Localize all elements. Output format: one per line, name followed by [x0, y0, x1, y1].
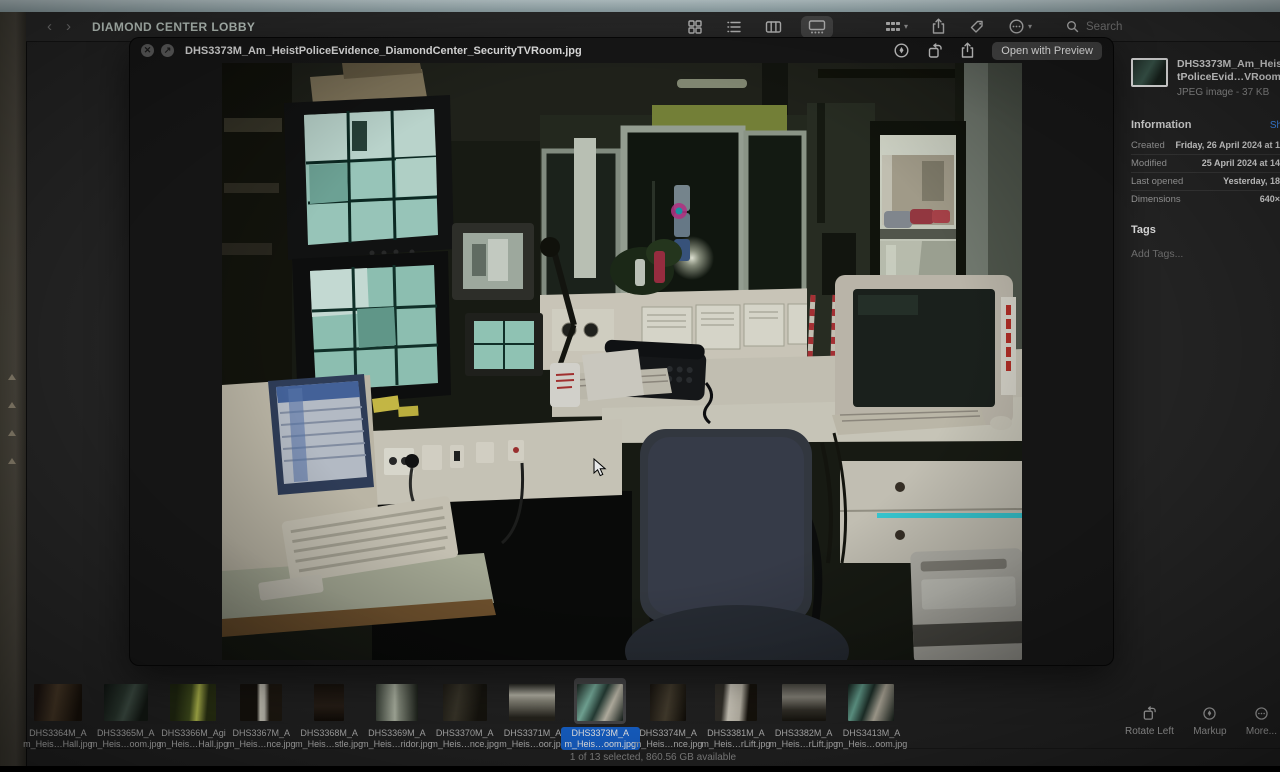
left-edge-arrow-icon: [8, 458, 16, 464]
rotate-left-button[interactable]: Rotate Left: [1125, 706, 1174, 737]
info-row-created: Created Friday, 26 April 2024 at 1: [1131, 137, 1280, 154]
add-tags-field[interactable]: Add Tags...: [1131, 248, 1280, 260]
photo-illustration: [222, 63, 1022, 660]
chevron-down-icon: ▾: [1028, 22, 1032, 31]
tags-header: Tags: [1131, 224, 1280, 236]
filmstrip-item-8[interactable]: DHS3371M_Am_Heis…oor.jpg: [499, 678, 567, 750]
filmstrip-item-10[interactable]: DHS3374M_Am_Heis…nce.jpg: [634, 678, 702, 750]
window-title: DIAMOND CENTER LOBBY: [92, 20, 255, 34]
thumbnail-image: [104, 684, 148, 721]
rotate-icon[interactable]: [927, 43, 943, 59]
thumbnail-image: [715, 684, 757, 721]
grid-icon: [687, 19, 703, 35]
sidebar-filename-line2: tPoliceEvid…VRoom.jp: [1177, 71, 1280, 84]
filmstrip-item-6[interactable]: DHS3369M_Am_Heis…ridor.jpg: [363, 678, 431, 750]
markup-icon[interactable]: [893, 42, 910, 59]
gallery-icon: [808, 19, 826, 35]
file-thumbnail: [1131, 58, 1168, 87]
thumbnail-image: [170, 684, 216, 721]
search-icon: [1066, 20, 1079, 33]
share-icon: [931, 18, 946, 35]
filmstrip-item-5[interactable]: DHS3368M_Am_Heis…stle.jpg: [295, 678, 363, 750]
search-input[interactable]: [1084, 20, 1244, 34]
thumbnail-image: [650, 684, 686, 721]
sidebar-filename-line1: DHS3373M_Am_Heis: [1177, 58, 1280, 71]
quicklook-header: ✕ ↗ DHS3373M_Am_HeistPoliceEvidence_Diam…: [130, 38, 1113, 63]
list-view-button[interactable]: [722, 16, 746, 38]
markup-button[interactable]: Markup: [1193, 706, 1226, 737]
filmstrip-item-11[interactable]: DHS3381M_Am_Heis…rLift.jpg: [702, 678, 770, 750]
gallery-view-button[interactable]: [801, 16, 833, 38]
left-edge-arrow-icon: [8, 402, 16, 408]
forward-chevron-icon[interactable]: ›: [59, 18, 78, 35]
share-button[interactable]: [927, 15, 950, 38]
information-header: Information: [1131, 119, 1192, 131]
filmstrip-item-1[interactable]: DHS3364M_Am_Heis…Hall.jpg: [24, 678, 92, 750]
column-view-button[interactable]: [761, 16, 786, 38]
back-chevron-icon[interactable]: ‹: [40, 18, 59, 35]
scene-left-edge: [0, 12, 26, 766]
scene-top-edge: [0, 0, 1280, 12]
more-icon: [1254, 706, 1269, 721]
rotate-left-icon: [1142, 706, 1157, 721]
thumbnail-image: [314, 684, 344, 721]
quick-actions: Rotate Left Markup More...: [1125, 706, 1277, 737]
info-row-dimensions: Dimensions 640×: [1131, 190, 1280, 208]
status-bar: 1 of 13 selected, 860.56 GB available: [26, 748, 1280, 766]
ellipsis-circle-icon: [1008, 18, 1025, 35]
filmstrip-item-12[interactable]: DHS3382M_Am_Heis…rLift.jpg: [770, 678, 838, 750]
info-sidebar: DHS3373M_Am_Heis tPoliceEvid…VRoom.jp JP…: [1131, 58, 1280, 260]
icon-view-button[interactable]: [683, 16, 707, 38]
chevron-down-icon: ▾: [904, 22, 908, 31]
filmstrip-item-4[interactable]: DHS3367M_Am_Heis…nce.jpg: [227, 678, 295, 750]
filmstrip-item-3[interactable]: DHS3366M_Agim_Heis…Hall.jpg: [160, 678, 228, 750]
filmstrip-item-2[interactable]: DHS3365M_Am_Heis…oom.jpg: [92, 678, 160, 750]
status-text: 1 of 13 selected, 860.56 GB available: [570, 752, 736, 763]
more-button[interactable]: More...: [1246, 706, 1277, 737]
quicklook-zoom-icon[interactable]: ↗: [161, 44, 174, 57]
share-icon[interactable]: [960, 42, 975, 59]
filmstrip: DHS3364M_Am_Heis…Hall.jpg DHS3365M_Am_He…: [24, 678, 905, 750]
thumbnail-image: [376, 684, 418, 721]
tag-icon: [969, 19, 985, 35]
quicklook-panel: ✕ ↗ DHS3373M_Am_HeistPoliceEvidence_Diam…: [130, 38, 1113, 665]
group-grid-icon: [885, 19, 901, 35]
thumbnail-image: [34, 684, 82, 721]
thumbnail-image: [577, 684, 623, 721]
more-toolbar-button[interactable]: ▾: [1004, 15, 1036, 38]
info-row-modified: Modified 25 April 2024 at 14: [1131, 154, 1280, 172]
filmstrip-item-9-selected[interactable]: DHS3373M_Am_Heis…oom.jpg: [566, 678, 634, 750]
file-meta: JPEG image - 37 KB: [1177, 87, 1280, 98]
filmstrip-item-7[interactable]: DHS3370M_Am_Heis…nce.jpg: [431, 678, 499, 750]
search-field[interactable]: [1066, 20, 1266, 34]
columns-icon: [765, 19, 782, 35]
filmstrip-item-13[interactable]: DHS3413M_Am_Heis…oom.jpg: [838, 678, 906, 750]
quicklook-filename: DHS3373M_Am_HeistPoliceEvidence_DiamondC…: [185, 45, 582, 57]
left-edge-arrow-icon: [8, 374, 16, 380]
thumbnail-image: [240, 684, 282, 721]
left-edge-arrow-icon: [8, 430, 16, 436]
group-by-button[interactable]: ▾: [881, 16, 912, 38]
list-icon: [726, 19, 742, 35]
tags-button[interactable]: [965, 16, 989, 38]
thumbnail-image: [848, 684, 894, 721]
thumbnail-image: [509, 684, 555, 721]
preview-photo-security-tv-room[interactable]: [222, 63, 1022, 660]
thumbnail-image: [443, 684, 487, 721]
info-row-last-opened: Last opened Yesterday, 18: [1131, 172, 1280, 190]
open-with-preview-button[interactable]: Open with Preview: [992, 42, 1102, 60]
thumbnail-image: [782, 684, 826, 721]
show-more-link[interactable]: Show M: [1270, 120, 1280, 131]
quicklook-close-icon[interactable]: ✕: [141, 44, 154, 57]
markup-icon: [1202, 706, 1217, 721]
